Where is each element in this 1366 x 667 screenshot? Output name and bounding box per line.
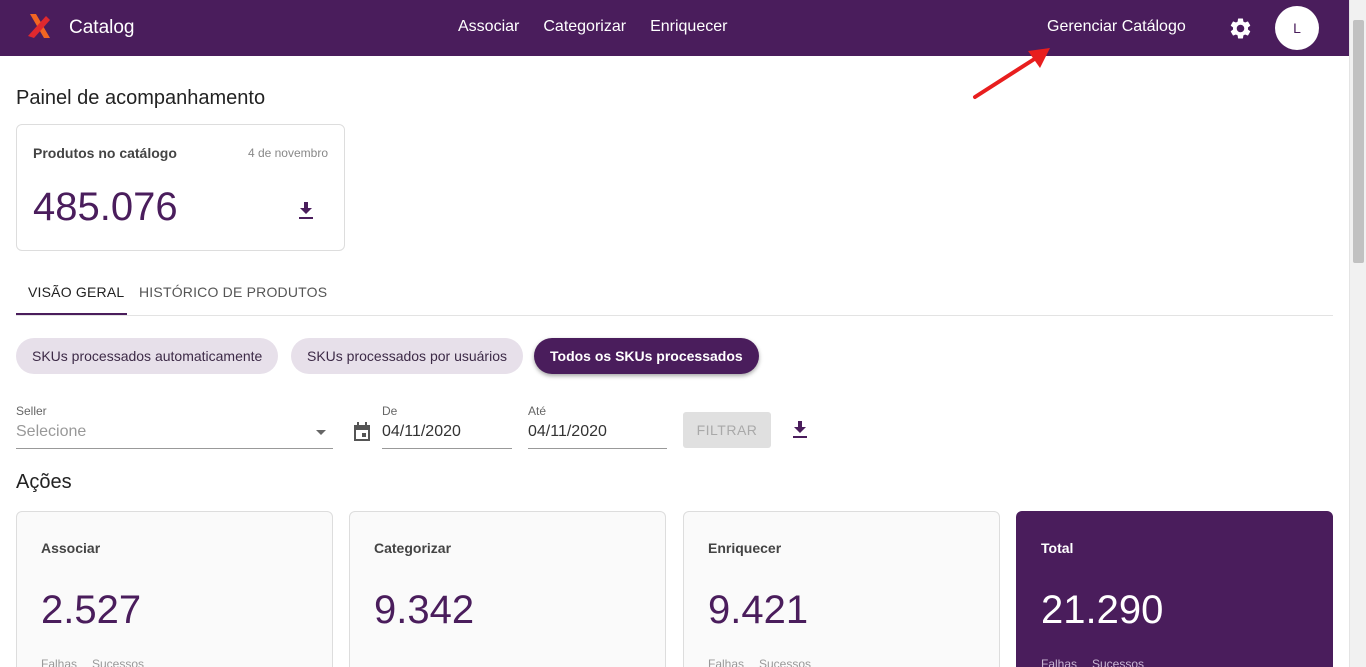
successes-label: Sucessos — [1092, 657, 1145, 667]
failures-label: Falhas — [708, 657, 745, 667]
brand-name[interactable]: Catalog — [69, 17, 135, 39]
catalog-card-value: 485.076 — [33, 185, 178, 229]
catalog-card-label: Produtos no catálogo — [33, 145, 177, 161]
failures-label: Falhas — [1041, 657, 1078, 667]
tab-bar: VISÃO GERAL HISTÓRICO DE PRODUTOS — [16, 270, 1333, 316]
action-card-enriquecer: Enriquecer 9.421 Falhas Sucessos — [683, 511, 1000, 667]
from-date-label: De — [382, 404, 398, 418]
active-tab-indicator — [16, 313, 127, 315]
nav-associar[interactable]: Associar — [458, 18, 519, 36]
catalog-card-date: 4 de novembro — [247, 146, 328, 160]
gear-icon[interactable] — [1228, 16, 1253, 41]
action-card-value: 21.290 — [1041, 588, 1164, 632]
failures-label: Falhas — [41, 657, 78, 667]
avatar[interactable]: L — [1275, 6, 1319, 50]
seller-select[interactable]: Selecione — [16, 423, 86, 441]
nav-categorizar[interactable]: Categorizar — [543, 18, 626, 36]
top-app-bar: Catalog Associar Categorizar Enriquecer … — [0, 0, 1349, 56]
seller-label: Seller — [16, 404, 47, 418]
action-card-label: Total — [1041, 540, 1074, 556]
main-nav: Associar Categorizar Enriquecer — [458, 18, 727, 36]
action-card-associar: Associar 2.527 Falhas Sucessos — [16, 511, 333, 667]
filter-button[interactable]: FILTRAR — [683, 412, 771, 448]
to-date-underline — [528, 448, 667, 449]
nav-enriquecer[interactable]: Enriquecer — [650, 18, 727, 36]
tab-overview[interactable]: VISÃO GERAL — [28, 284, 124, 300]
chevron-down-icon[interactable] — [316, 430, 326, 435]
successes-label: Sucessos — [759, 657, 812, 667]
scrollbar-thumb[interactable] — [1353, 20, 1364, 263]
action-card-total: Total 21.290 Falhas Sucessos — [1016, 511, 1333, 667]
annotation-arrow — [973, 48, 1050, 99]
to-date-label: Até — [528, 404, 547, 418]
download-icon[interactable] — [297, 201, 315, 221]
chip-user-processed[interactable]: SKUs processados por usuários — [291, 338, 523, 374]
calendar-icon[interactable] — [352, 421, 372, 443]
actions-title: Ações — [16, 471, 72, 493]
action-card-label: Categorizar — [374, 540, 452, 556]
action-card-categorizar: Categorizar 9.342 — [349, 511, 666, 667]
catalog-products-card: Produtos no catálogo 4 de novembro 485.0… — [16, 124, 345, 251]
from-date-underline — [382, 448, 512, 449]
from-date-input[interactable]: 04/11/2020 — [382, 423, 461, 441]
download-icon[interactable] — [791, 420, 809, 440]
manage-catalog-link[interactable]: Gerenciar Catálogo — [1047, 18, 1186, 36]
action-card-label: Enriquecer — [708, 540, 782, 556]
page-title: Painel de acompanhamento — [16, 87, 266, 109]
successes-label: Sucessos — [92, 657, 145, 667]
tab-product-history[interactable]: HISTÓRICO DE PRODUTOS — [139, 284, 327, 300]
chip-auto-processed[interactable]: SKUs processados automaticamente — [16, 338, 279, 374]
action-card-value: 2.527 — [41, 588, 142, 632]
seller-underline — [16, 448, 333, 449]
action-card-value: 9.421 — [708, 588, 809, 632]
vertical-scrollbar[interactable] — [1349, 0, 1366, 667]
catalog-logo-icon[interactable] — [26, 12, 54, 40]
action-card-label: Associar — [41, 540, 101, 556]
chip-all-processed[interactable]: Todos os SKUs processados — [534, 338, 759, 374]
to-date-input[interactable]: 04/11/2020 — [528, 423, 607, 441]
action-card-value: 9.342 — [374, 588, 475, 632]
